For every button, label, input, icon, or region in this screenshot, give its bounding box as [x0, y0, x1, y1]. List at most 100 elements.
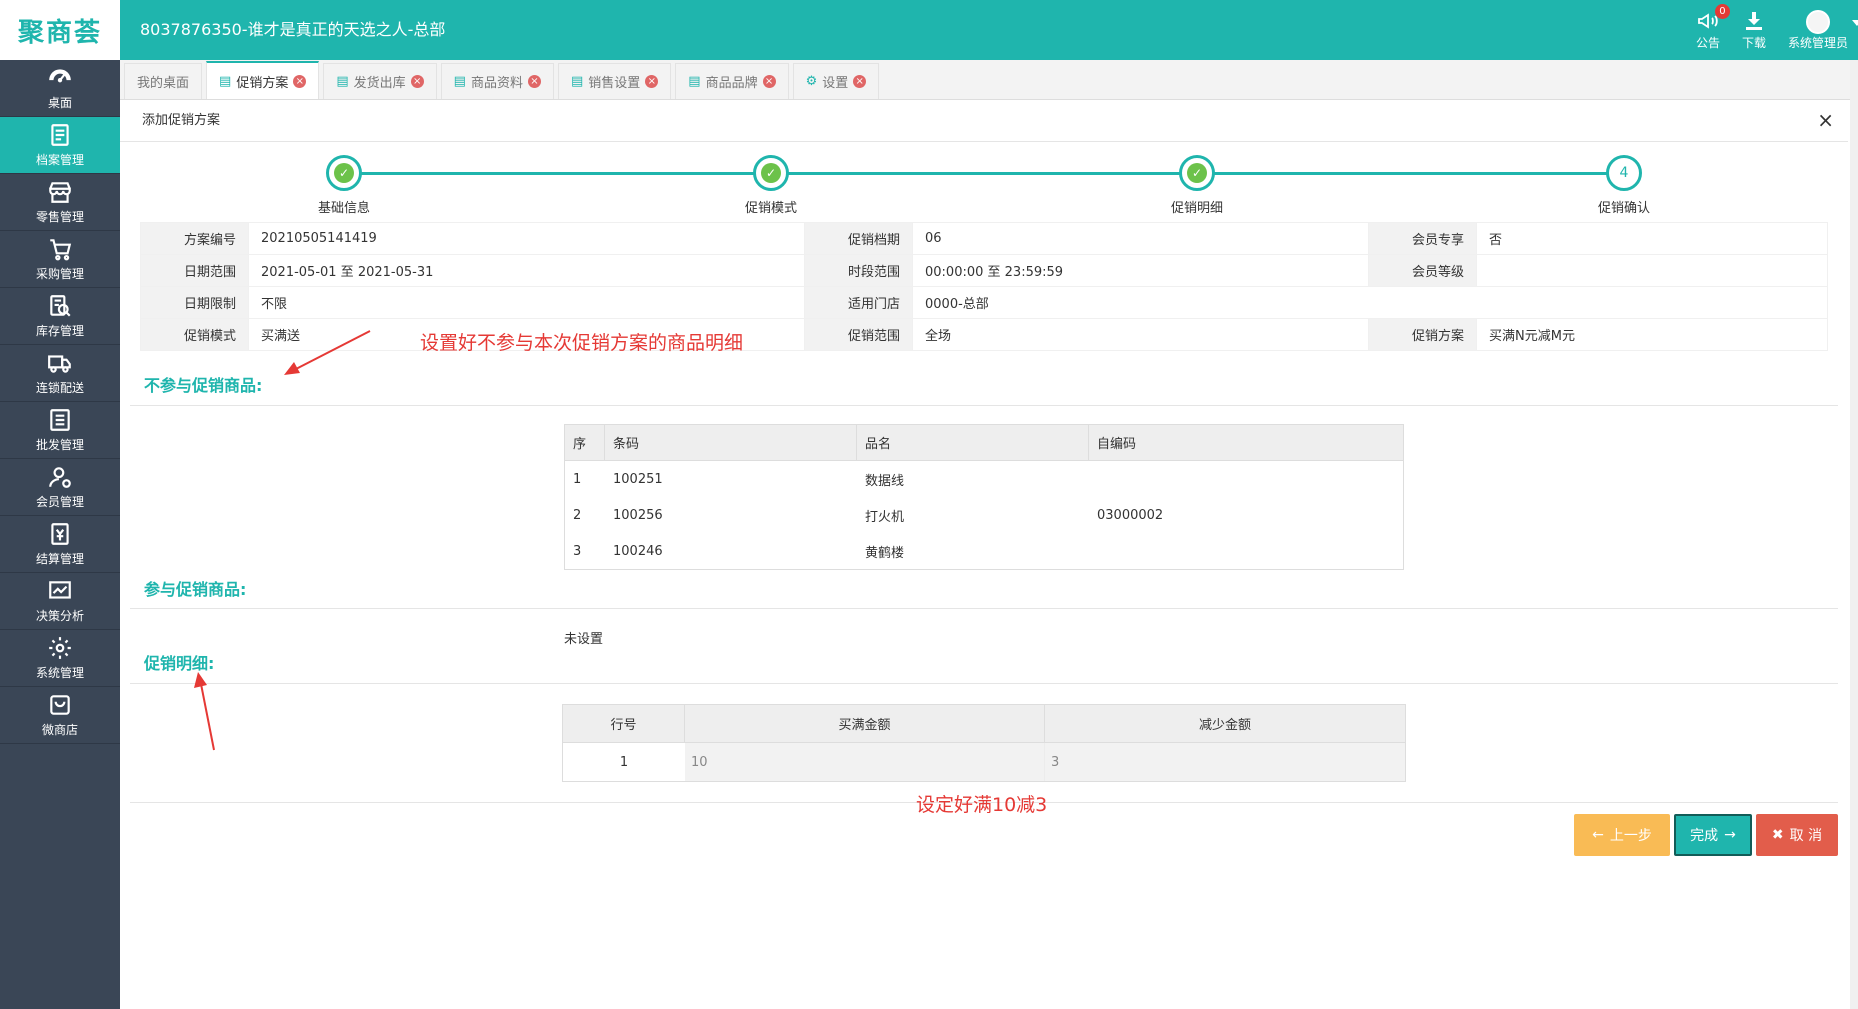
close-icon[interactable]: × [527, 75, 541, 88]
cart-icon [50, 239, 72, 261]
annotation-excluded: 设置好不参与本次促销方案的商品明细 [420, 332, 744, 354]
table-header: 行号 买满金额 减少金额 [563, 705, 1405, 743]
table-row[interactable]: 2 100256 打火机 03000002 [565, 497, 1403, 533]
store-icon [49, 182, 71, 203]
tab-products[interactable]: ▤ 商品资料 × [440, 63, 554, 99]
field-value: 否 [1476, 222, 1828, 255]
document-icon: ▤ [453, 74, 466, 89]
field-label: 会员专享 [1368, 222, 1477, 255]
sidebar-item-member[interactable]: 会员管理 [0, 459, 120, 516]
cell: 100256 [613, 507, 663, 523]
included-title: 参与促销商品: [144, 580, 247, 599]
finish-button[interactable]: 完成 → [1674, 814, 1752, 856]
field-value: 20210505141419 [248, 222, 805, 255]
divider [130, 608, 1838, 609]
tab-desktop[interactable]: 我的桌面 [124, 63, 203, 99]
tab-label: 促销方案 [236, 75, 289, 91]
check-icon: ✓ [1187, 163, 1207, 183]
field-value: 不限 [248, 286, 805, 319]
field-label: 促销档期 [804, 222, 913, 255]
close-icon[interactable]: × [1817, 108, 1834, 132]
settlement-icon [51, 523, 69, 545]
user-menu[interactable]: 系统管理员 [1788, 9, 1858, 51]
sidebar-item-microshop[interactable]: 微商店 [0, 687, 120, 744]
col-header: 买满金额 [685, 705, 1045, 742]
tab-settings[interactable]: ⚙ 设置 × [792, 63, 880, 99]
annotation-detail: 设定好满10减3 [916, 794, 1048, 816]
tab-label: 销售设置 [588, 76, 641, 91]
tab-brands[interactable]: ▤ 商品品牌 × [675, 63, 789, 99]
annotation-arrow [284, 330, 371, 375]
tab-label: 发货出库 [353, 76, 406, 91]
download-button[interactable]: 下载 [1742, 9, 1766, 51]
cancel-button[interactable]: ✖ 取 消 [1756, 814, 1838, 856]
sidebar-item-settlement[interactable]: 结算管理 [0, 516, 120, 573]
announcement-button[interactable]: 0 公告 [1696, 4, 1730, 51]
step-4: 4 促销确认 [1564, 155, 1684, 216]
sidebar-item-analysis[interactable]: 决策分析 [0, 573, 120, 630]
field-label: 促销模式 [140, 318, 249, 351]
dashboard-icon [49, 69, 71, 83]
sidebar-item-label: 结算管理 [35, 552, 84, 566]
field-label: 促销方案 [1368, 318, 1477, 351]
sidebar-item-chain-delivery[interactable]: 连锁配送 [0, 345, 120, 402]
table-row[interactable]: 1 10 3 [563, 743, 1405, 781]
sidebar-item-system[interactable]: 系统管理 [0, 630, 120, 687]
chart-icon [49, 581, 71, 599]
tab-label: 设置 [822, 76, 849, 91]
table-row[interactable]: 1 100251 数据线 [565, 461, 1403, 497]
step-label: 促销模式 [744, 201, 797, 216]
cell: 1 [573, 471, 582, 487]
gear-icon: ⚙ [805, 74, 818, 89]
prev-step-button[interactable]: ← 上一步 [1574, 814, 1670, 856]
tab-sales-settings[interactable]: ▤ 销售设置 × [557, 63, 672, 99]
dialog-title: 添加促销方案 [142, 113, 221, 128]
archive-icon [51, 124, 69, 146]
sidebar-item-label: 档案管理 [35, 153, 84, 167]
tab-label: 商品品牌 [705, 76, 758, 91]
close-icon: ✖ [1771, 827, 1784, 843]
step-label: 促销确认 [1597, 201, 1650, 216]
cell [1089, 461, 1403, 497]
download-icon [1745, 12, 1762, 30]
tab-bar: 我的桌面 ▤ 促销方案 × ▤ 发货出库 × ▤ 商品资料 × ▤ 销售设置 × ▤ 商品品牌 × … [120, 60, 1858, 100]
cell [1089, 533, 1403, 569]
sidebar-item-desktop[interactable]: 桌面 [0, 60, 120, 117]
cell: 数据线 [865, 473, 905, 489]
inventory-icon [50, 295, 71, 317]
sidebar-item-archive[interactable]: 档案管理 [0, 117, 120, 174]
shop-bag-icon [50, 695, 70, 715]
close-icon[interactable]: × [410, 75, 424, 88]
reduce-amount-field[interactable]: 3 [1045, 743, 1405, 781]
tab-shipping[interactable]: ▤ 发货出库 × [323, 63, 437, 99]
step-3: ✓ 促销明细 [1137, 155, 1257, 216]
cell: 黄鹤楼 [865, 545, 905, 561]
field-label: 适用门店 [804, 286, 913, 319]
close-icon[interactable]: × [762, 75, 776, 88]
full-amount-field[interactable]: 10 [685, 743, 1045, 781]
tab-promotion[interactable]: ▤ 促销方案 × [206, 61, 320, 99]
sidebar-item-purchase[interactable]: 采购管理 [0, 231, 120, 288]
scrollbar[interactable] [1850, 60, 1858, 1009]
step-progress: ✓ 基础信息 ✓ 促销模式 ✓ 促销明细 4 促销确认 [120, 150, 1848, 220]
detail-table: 行号 买满金额 减少金额 1 10 3 [562, 704, 1406, 782]
close-icon[interactable]: × [853, 75, 867, 88]
sidebar-item-wholesale[interactable]: 批发管理 [0, 402, 120, 459]
sidebar-item-label: 库存管理 [35, 324, 84, 338]
table-row[interactable]: 3 100246 黄鹤楼 [565, 533, 1403, 569]
step-2: ✓ 促销模式 [711, 155, 831, 216]
cell: 1 [619, 754, 629, 770]
wholesale-icon [50, 409, 70, 431]
field-value: 06 [912, 222, 1369, 255]
sidebar-item-retail[interactable]: 零售管理 [0, 174, 120, 231]
close-icon[interactable]: × [293, 74, 307, 88]
close-icon[interactable]: × [645, 75, 659, 88]
step-number: 4 [1606, 155, 1642, 191]
app-title: 8037876350-谁才是真正的天选之人-总部 [140, 20, 446, 39]
sidebar-item-inventory[interactable]: 库存管理 [0, 288, 120, 345]
field-value: 0000-总部 [912, 286, 1828, 319]
download-label: 下载 [1741, 36, 1766, 50]
sidebar-item-label: 桌面 [47, 96, 72, 110]
sidebar-item-label: 批发管理 [35, 438, 84, 452]
chevron-down-icon [1852, 19, 1858, 26]
